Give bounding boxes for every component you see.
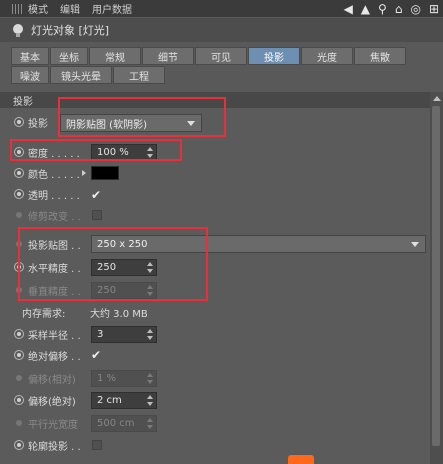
tab-lens-flare[interactable]: 镜头光晕 (50, 66, 112, 84)
clip-row: 修剪改变 . . (0, 205, 430, 225)
animate-radio[interactable] (14, 440, 24, 450)
nav-icons: ◀ ▲ ⚲ ⌂ ◎ ⊞ (344, 0, 439, 17)
stepper-icon[interactable] (147, 329, 153, 340)
transparency-row: 透明 . . . . . (0, 184, 430, 204)
samples-row: 采样半径 . . (0, 324, 430, 344)
bias-abs-field[interactable]: 2 cm (91, 392, 157, 409)
samples-value: 3 (97, 329, 104, 340)
grip-icon[interactable] (12, 3, 22, 14)
rel-bias-value: 1 % (97, 373, 117, 384)
tab-row-1: 基本 坐标 常规 细节 可见 投影 光度 焦散 (11, 47, 426, 65)
stepper-icon (147, 418, 153, 429)
animate-radio-disabled (16, 420, 22, 426)
arrow-up-icon[interactable]: ▲ (361, 2, 370, 16)
color-row: 颜色 . . . . . (0, 163, 430, 183)
outline-label: 轮廓投影 . . (28, 441, 81, 453)
scroll-up-icon[interactable] (433, 96, 441, 101)
outline-checkbox[interactable] (92, 440, 102, 450)
animate-radio-disabled (16, 375, 22, 381)
expand-arrow-icon[interactable] (82, 170, 86, 176)
animate-radio[interactable] (14, 117, 24, 127)
animate-radio[interactable] (14, 350, 24, 360)
tab-general[interactable]: 常规 (89, 47, 141, 65)
arrow-left-icon[interactable]: ◀ (344, 2, 353, 16)
tab-visibility[interactable]: 可见 (195, 47, 247, 65)
animate-radio[interactable] (14, 189, 24, 199)
tab-coord[interactable]: 坐标 (50, 47, 88, 65)
tab-noise[interactable]: 噪波 (11, 66, 49, 84)
menu-userdata[interactable]: 用户数据 (92, 1, 132, 16)
transparency-label: 透明 . . . . . (28, 190, 80, 202)
attribute-tabs: 基本 坐标 常规 细节 可见 投影 光度 焦散 噪波 镜头光晕 工程 (11, 47, 426, 85)
tab-project[interactable]: 工程 (113, 66, 165, 84)
tab-shadow[interactable]: 投影 (248, 47, 300, 65)
search-icon[interactable]: ⚲ (378, 2, 387, 16)
plus-icon[interactable]: ⊞ (429, 2, 439, 16)
animate-radio[interactable] (14, 395, 24, 405)
memory-row: 内存需求: 大约 3.0 MB (0, 302, 430, 322)
abs-bias-row: 绝对偏移 . . (0, 345, 430, 365)
parallel-row: 平行光宽度 (0, 413, 430, 433)
bias-abs-value: 2 cm (97, 395, 122, 406)
bias-abs-row: 偏移(绝对) (0, 390, 430, 410)
object-title: 灯光对象 [灯光] (31, 24, 110, 37)
rel-bias-row: 偏移(相对) (0, 368, 430, 388)
memory-value: 大约 3.0 MB (90, 308, 148, 320)
annotation-box-shadow-map (18, 227, 208, 301)
abs-bias-checkbox[interactable]: ✔ (91, 349, 103, 361)
shadow-panel: 投影 投影 阴影贴图 (软阴影) 密度 . . . . . 100 % 颜色 .… (0, 92, 430, 464)
color-swatch[interactable] (91, 166, 119, 180)
home-icon[interactable]: ⌂ (395, 2, 403, 16)
outline-row: 轮廓投影 . . (0, 435, 430, 455)
menu-mode[interactable]: 模式 (28, 1, 48, 16)
clip-label: 修剪改变 . . (28, 211, 81, 223)
color-label: 颜色 . . . . . (28, 169, 80, 181)
annotation-box-shadow-type (58, 97, 226, 137)
tab-basic[interactable]: 基本 (11, 47, 49, 65)
annotation-box-density (10, 139, 182, 161)
animate-radio[interactable] (14, 329, 24, 339)
chevron-down-icon (411, 242, 419, 247)
bias-abs-label: 偏移(绝对) (28, 396, 76, 408)
target-icon[interactable]: ◎ (410, 2, 420, 16)
animate-radio-disabled (16, 212, 22, 218)
animate-radio[interactable] (14, 168, 24, 178)
scroll-thumb[interactable] (432, 106, 440, 446)
parallel-label: 平行光宽度 (28, 419, 78, 431)
tab-caustics[interactable]: 焦散 (354, 47, 406, 65)
clip-checkbox[interactable] (92, 210, 102, 220)
parallel-field[interactable]: 500 cm (91, 415, 157, 432)
light-bulb-icon (13, 23, 23, 37)
tab-row-2: 噪波 镜头光晕 工程 (11, 66, 426, 84)
tab-photometric[interactable]: 光度 (301, 47, 353, 65)
stepper-icon[interactable] (147, 395, 153, 406)
taskbar-app-icon[interactable] (288, 455, 314, 464)
shadow-type-label: 投影 (28, 118, 48, 130)
parallel-value: 500 cm (97, 418, 135, 429)
rel-bias-field[interactable]: 1 % (91, 370, 157, 387)
rel-bias-label: 偏移(相对) (28, 374, 76, 386)
memory-label: 内存需求: (22, 308, 66, 320)
stepper-icon (147, 373, 153, 384)
transparency-checkbox[interactable]: ✔ (91, 189, 103, 201)
samples-field[interactable]: 3 (91, 326, 157, 343)
panel-scrollbar[interactable] (430, 92, 443, 464)
samples-label: 采样半径 . . (28, 330, 81, 342)
menu-edit[interactable]: 编辑 (60, 1, 80, 16)
abs-bias-label: 绝对偏移 . . (28, 351, 81, 363)
object-title-row: 灯光对象 [灯光] (0, 18, 443, 42)
tab-details[interactable]: 细节 (142, 47, 194, 65)
menu-bar: 模式 编辑 用户数据 ◀ ▲ ⚲ ⌂ ◎ ⊞ (0, 0, 443, 17)
